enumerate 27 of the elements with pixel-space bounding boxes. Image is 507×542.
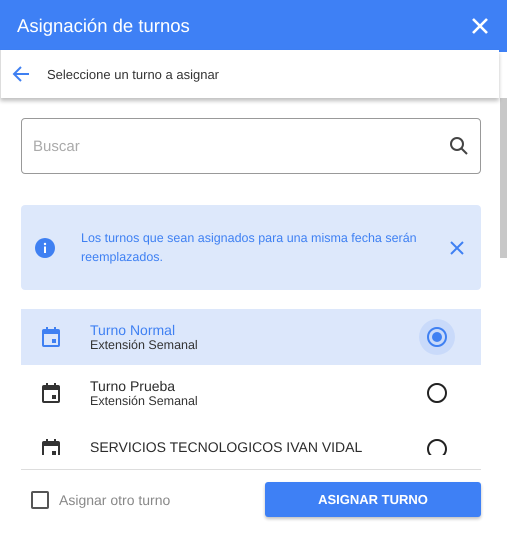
search-field[interactable]: Buscar [21,118,481,174]
dismiss-button[interactable] [449,240,465,256]
back-button[interactable] [11,64,31,84]
checkbox[interactable]: Asignar otro turno [31,490,170,508]
shift-name: Turno Normal [90,322,176,338]
calendar-icon [39,381,63,405]
calendar-icon [39,325,63,349]
subheader-title: Seleccione un turno a asignar [47,66,220,82]
shift-row[interactable]: Turno Prueba Extensión Semanal [21,365,481,421]
info-icon [35,238,55,258]
calendar-icon [39,437,63,455]
alert-message: Los turnos que sean asignados para una misma fecha serán reemplazados. [81,230,418,266]
scrollbar[interactable] [500,98,507,258]
assign-button[interactable]: ASIGNAR TURNO [265,482,481,517]
shift-name: Turno Prueba [90,378,176,394]
shift-row[interactable]: SERVICIOS TECNOLOGICOS IVAN VIDAL [21,421,481,455]
close-icon [471,17,489,35]
search-icon [449,136,469,156]
shift-subtitle: Extensión Semanal [90,394,199,408]
back-arrow-icon [11,64,31,84]
close-icon [449,240,465,256]
window-title: Asignación de turnos [17,15,190,37]
shift-name: SERVICIOS TECNOLOGICOS IVAN VIDAL [90,439,364,455]
shift-subtitle: Extensión Semanal [90,338,199,352]
close-button[interactable] [471,17,489,35]
radio-button[interactable] [419,319,455,355]
shift-row[interactable]: Turno Normal Extensión Semanal [21,309,481,365]
